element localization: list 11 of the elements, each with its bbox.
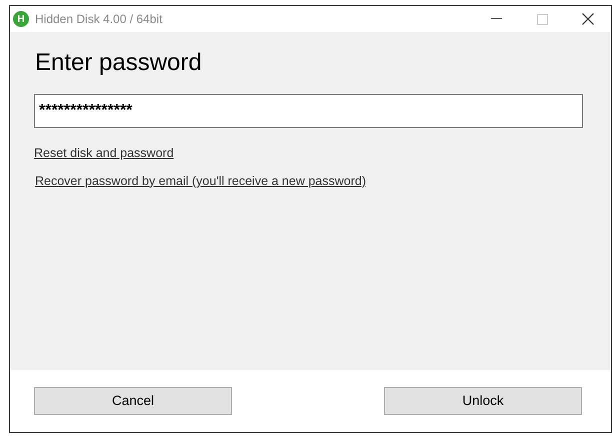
minimize-icon <box>490 18 502 20</box>
heading: Enter password <box>35 48 203 78</box>
maximize-icon <box>536 14 548 24</box>
reset-link[interactable]: Reset disk and password <box>34 144 174 163</box>
window-title: Hidden Disk 4.00 / 64bit <box>35 11 162 28</box>
close-icon <box>582 13 594 25</box>
app-icon: H <box>13 11 29 27</box>
cancel-button[interactable]: Cancel <box>34 387 232 415</box>
unlock-button[interactable]: Unlock <box>384 387 582 415</box>
recover-link[interactable]: Recover password by email (you'll receive a new password) <box>35 172 366 190</box>
password-field[interactable]: *************** <box>34 94 583 128</box>
